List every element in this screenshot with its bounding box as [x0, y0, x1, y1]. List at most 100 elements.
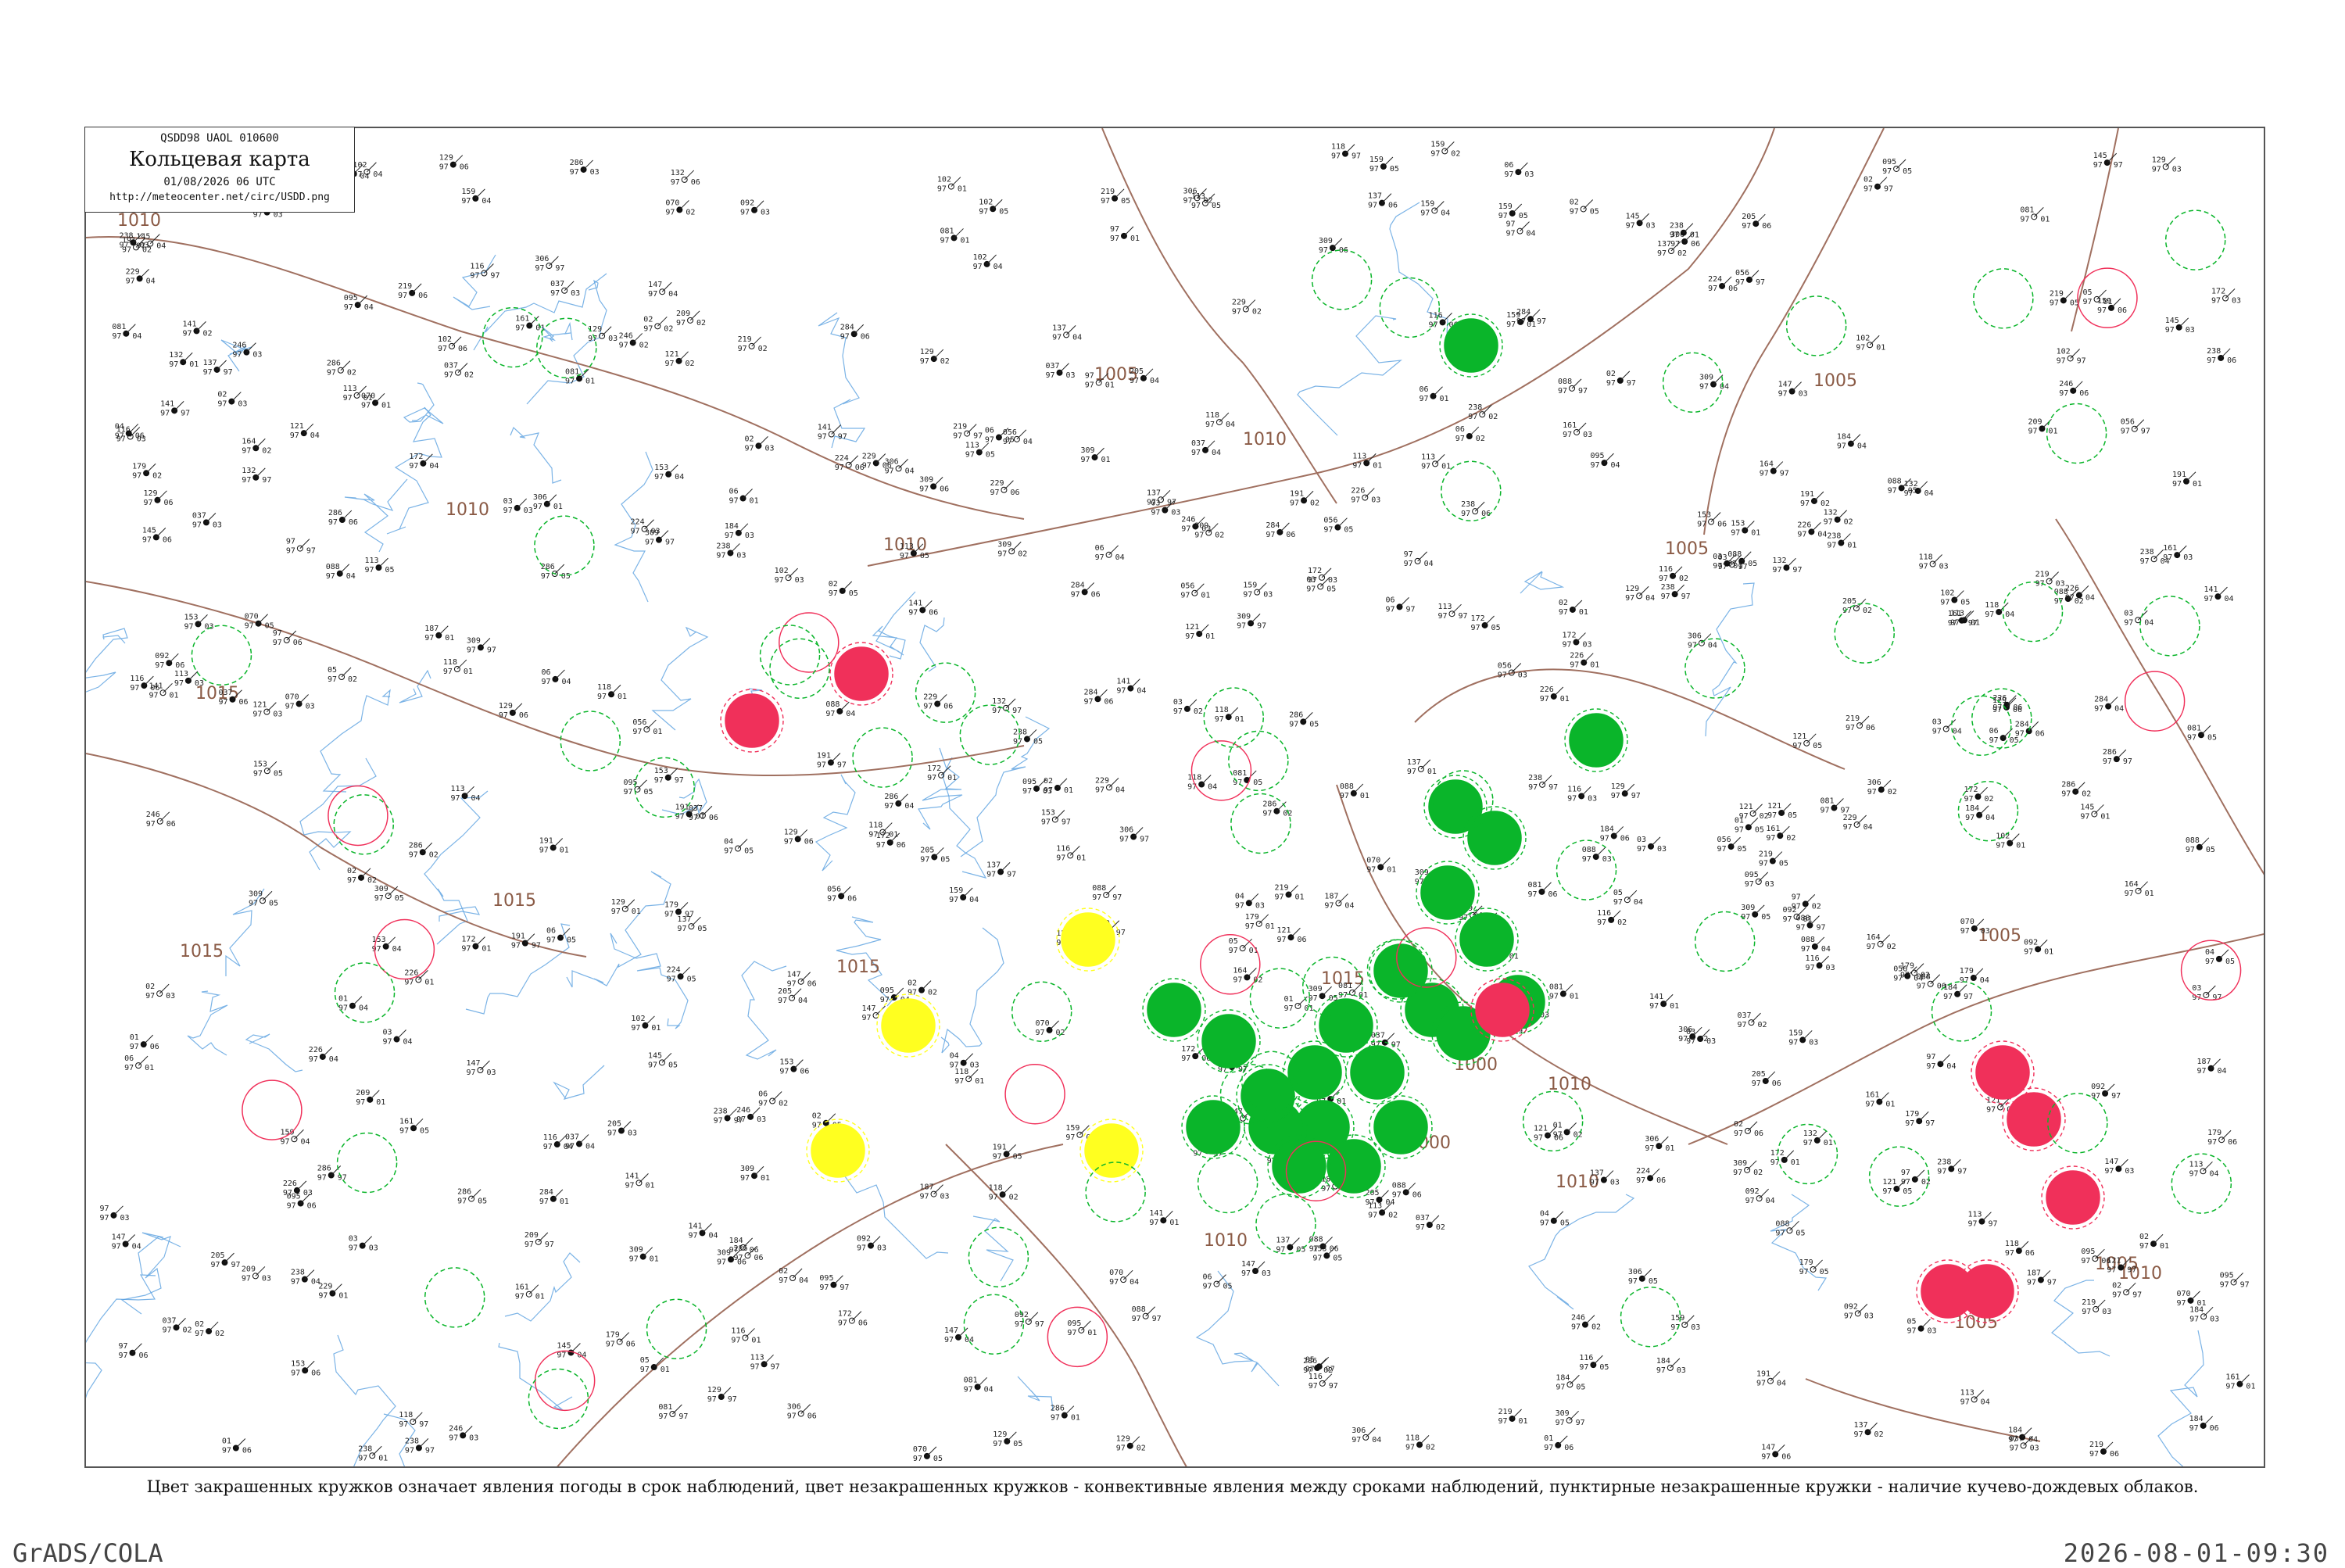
station-reading: 97 — [327, 369, 336, 378]
station-pressure: 97 — [338, 1174, 347, 1183]
station-reading: 97 — [1737, 1021, 1746, 1029]
station-pressure: 04 — [146, 277, 156, 285]
station-plot: 03797 03 — [550, 280, 580, 298]
station-plot: 12997 06 — [143, 489, 173, 507]
station-pressure: 01 — [653, 728, 662, 736]
station-temp: 153 — [372, 936, 386, 944]
station-reading: 97 — [654, 776, 664, 785]
station-pressure: 05 — [1779, 860, 1788, 868]
station-plot: 9797 97 — [286, 538, 316, 556]
station-pressure: 04 — [1610, 461, 1620, 470]
station-pressure: 06 — [940, 485, 949, 493]
station-reading: 97 — [1065, 1133, 1075, 1142]
station-reading: 97 — [1570, 661, 1579, 670]
station-temp: 309 — [645, 529, 659, 538]
station-plot: 14597 97 — [2093, 152, 2123, 170]
station-pressure: 06 — [2079, 389, 2089, 398]
station-pressure: 97 — [1007, 870, 1016, 879]
station-reading: 97 — [1996, 842, 2005, 850]
station-reading: 97 — [515, 324, 524, 333]
station-plot: 07097 05 — [913, 1445, 943, 1463]
station-plot: 22697 03 — [1351, 487, 1380, 505]
station-pressure: 02 — [183, 1326, 192, 1334]
station-pressure: 01 — [1373, 461, 1382, 470]
station-pressure: 05 — [2207, 733, 2217, 742]
river-line — [1297, 315, 1402, 436]
station-reading: 97 — [2189, 1169, 2198, 1178]
station-plot: 11397 97 — [750, 1353, 780, 1371]
station-temp: 172 — [2211, 288, 2225, 296]
station-plot: 22497 06 — [1708, 275, 1738, 293]
station-pressure: 01 — [2193, 480, 2202, 489]
map-url[interactable]: http://meteocenter.net/circ/USDD.png — [85, 192, 354, 203]
station-plot: 11397 01 — [1421, 453, 1451, 471]
station-pressure: 97 — [262, 476, 271, 485]
station-plot: 30997 97 — [1556, 1409, 1585, 1427]
station-reading: 97 — [1686, 1037, 1695, 1046]
station-temp: 141 — [688, 1222, 702, 1230]
station-plot: 1539706 — [779, 1058, 809, 1076]
station-temp: 118 — [1919, 553, 1933, 562]
station-pressure: 05 — [1960, 599, 1970, 607]
station-plot: 28697 05 — [457, 1188, 487, 1206]
station-reading: 97 — [1266, 531, 1275, 539]
station-temp: 06 — [1504, 161, 1513, 170]
station-pressure: 03 — [1610, 1179, 1620, 1187]
station-reading: 97 — [1283, 1004, 1293, 1013]
station-plot: 07097 01 — [1366, 856, 1396, 874]
station-plot: 11697 97 — [470, 263, 499, 281]
station-temp: 306 — [1352, 1427, 1366, 1435]
station-temp: 02 — [1734, 1120, 1743, 1129]
station-temp: 191 — [817, 752, 831, 761]
station-temp: 02 — [195, 1320, 204, 1329]
station-reading: 97 — [643, 324, 653, 333]
station-reading: 97 — [940, 236, 950, 245]
station-reading: 97 — [1948, 619, 1957, 628]
station-reading: 97 — [1778, 390, 1788, 399]
station-reading: 97 — [1752, 1079, 1761, 1088]
station-pressure: 04 — [984, 1385, 993, 1394]
station-plot: 30997 05 — [249, 890, 278, 908]
station-plot: 14197 04 — [2204, 585, 2233, 603]
station-pressure: 04 — [359, 1004, 368, 1013]
station-pressure: 06 — [2210, 1424, 2219, 1433]
station-plot: 18497 03 — [1656, 1357, 1686, 1375]
station-reading: 97 — [1233, 976, 1242, 984]
station-plot: 11697 05 — [1579, 1354, 1609, 1372]
station-plot: 28497 06 — [1071, 581, 1101, 599]
station-pressure: 02 — [1194, 707, 1203, 716]
station-temp: 137 — [203, 359, 217, 367]
station-reading: 97 — [217, 400, 227, 409]
station-temp: 238 — [2140, 548, 2154, 557]
station-temp: 172 — [461, 936, 475, 944]
station-reading: 97 — [565, 1142, 575, 1151]
station-temp: 121 — [1276, 926, 1291, 935]
station-pressure: 03 — [608, 335, 618, 343]
station-reading: 97 — [280, 1137, 289, 1146]
station-reading: 97 — [285, 702, 295, 711]
station-plot: 0297 06 — [1734, 1120, 1763, 1138]
station-plot: 08197 04 — [112, 323, 141, 341]
station-temp: 116 — [543, 1133, 557, 1142]
station-pressure: 02 — [367, 876, 377, 885]
station-pressure: 03 — [524, 507, 533, 515]
station-temp: 137 — [1854, 1421, 1868, 1430]
station-pressure: 06 — [150, 684, 159, 693]
station-temp: 219 — [953, 423, 967, 431]
station-pressure: 05 — [1576, 1383, 1585, 1391]
station-pressure: 06 — [861, 332, 870, 341]
station-temp: 141 — [818, 424, 832, 432]
map-canvas[interactable]: 1010101010151015101510151010101510101005… — [86, 128, 2265, 1468]
station-reading: 97 — [2050, 299, 2059, 307]
station-plot: 14197 04 — [688, 1222, 718, 1240]
station-temp: 02 — [812, 1112, 822, 1121]
station-plot: 17997 01 — [1245, 913, 1275, 931]
station-reading: 97 — [2061, 790, 2071, 799]
station-reading: 97 — [1882, 167, 1892, 176]
station-reading: 97 — [1960, 976, 1969, 985]
station-plot: 15997 03 — [1243, 582, 1273, 600]
convective-ring — [191, 625, 252, 686]
station-temp: 147 — [787, 971, 801, 979]
station-plot: 09297 04 — [1745, 1187, 1775, 1205]
station-temp: 219 — [2050, 289, 2064, 298]
